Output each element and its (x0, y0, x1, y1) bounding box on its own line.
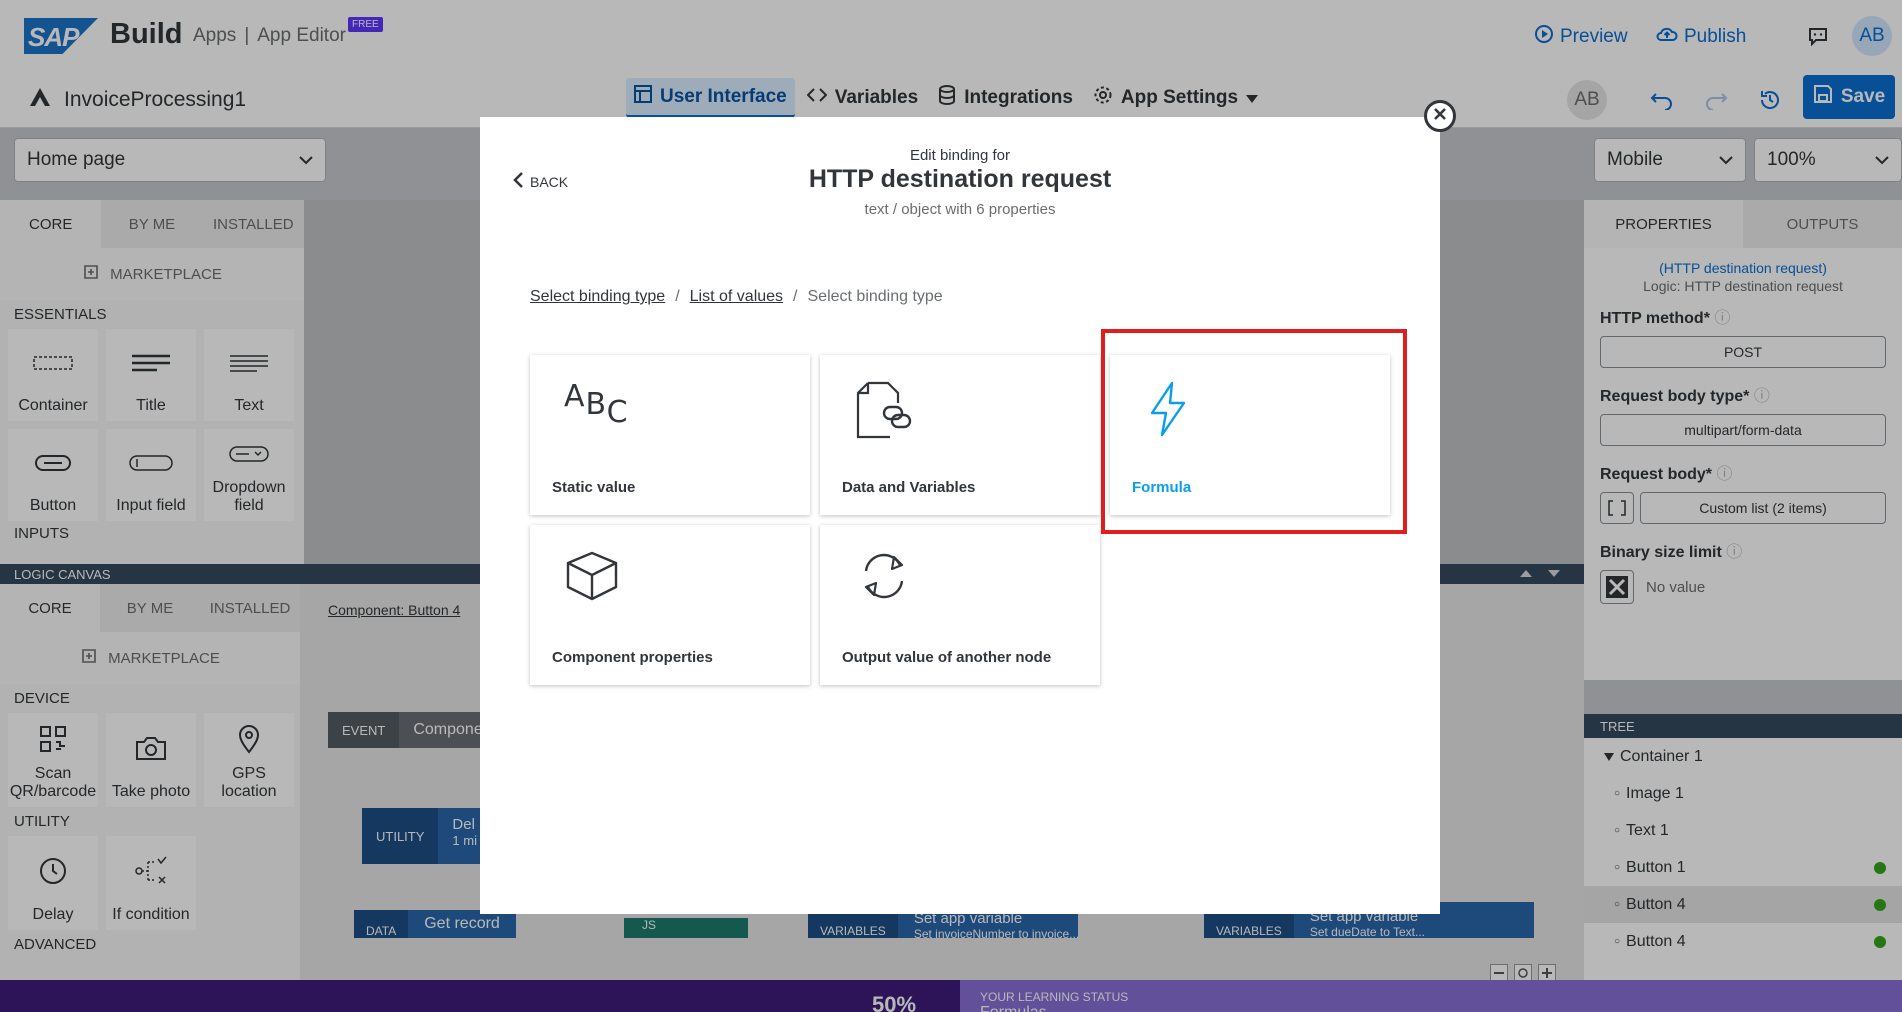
linked-document-icon (856, 381, 912, 444)
binding-breadcrumb: Select binding type / List of values / S… (530, 288, 943, 306)
crumb-current: Select binding type (807, 288, 943, 305)
close-dialog-button[interactable] (1424, 100, 1456, 132)
refresh-cycle-icon (856, 551, 912, 606)
crumb-select-binding-type[interactable]: Select binding type (530, 288, 665, 306)
cube-icon (566, 551, 618, 606)
formula-highlight-box (1101, 329, 1407, 534)
dialog-type: text / object with 6 properties (864, 201, 1056, 218)
crumb-list-of-values[interactable]: List of values (690, 288, 783, 306)
close-icon (1433, 107, 1447, 126)
card-data-and-variables[interactable]: Data and Variables (820, 355, 1100, 515)
dialog-title: HTTP destination request (808, 165, 1112, 193)
abc-icon: ABC (564, 379, 629, 430)
card-output-value-node[interactable]: Output value of another node (820, 525, 1100, 685)
dialog-subtitle: Edit binding for (909, 147, 1011, 164)
card-component-properties[interactable]: Component properties (530, 525, 810, 685)
card-static-value[interactable]: ABC Static value (530, 355, 810, 515)
